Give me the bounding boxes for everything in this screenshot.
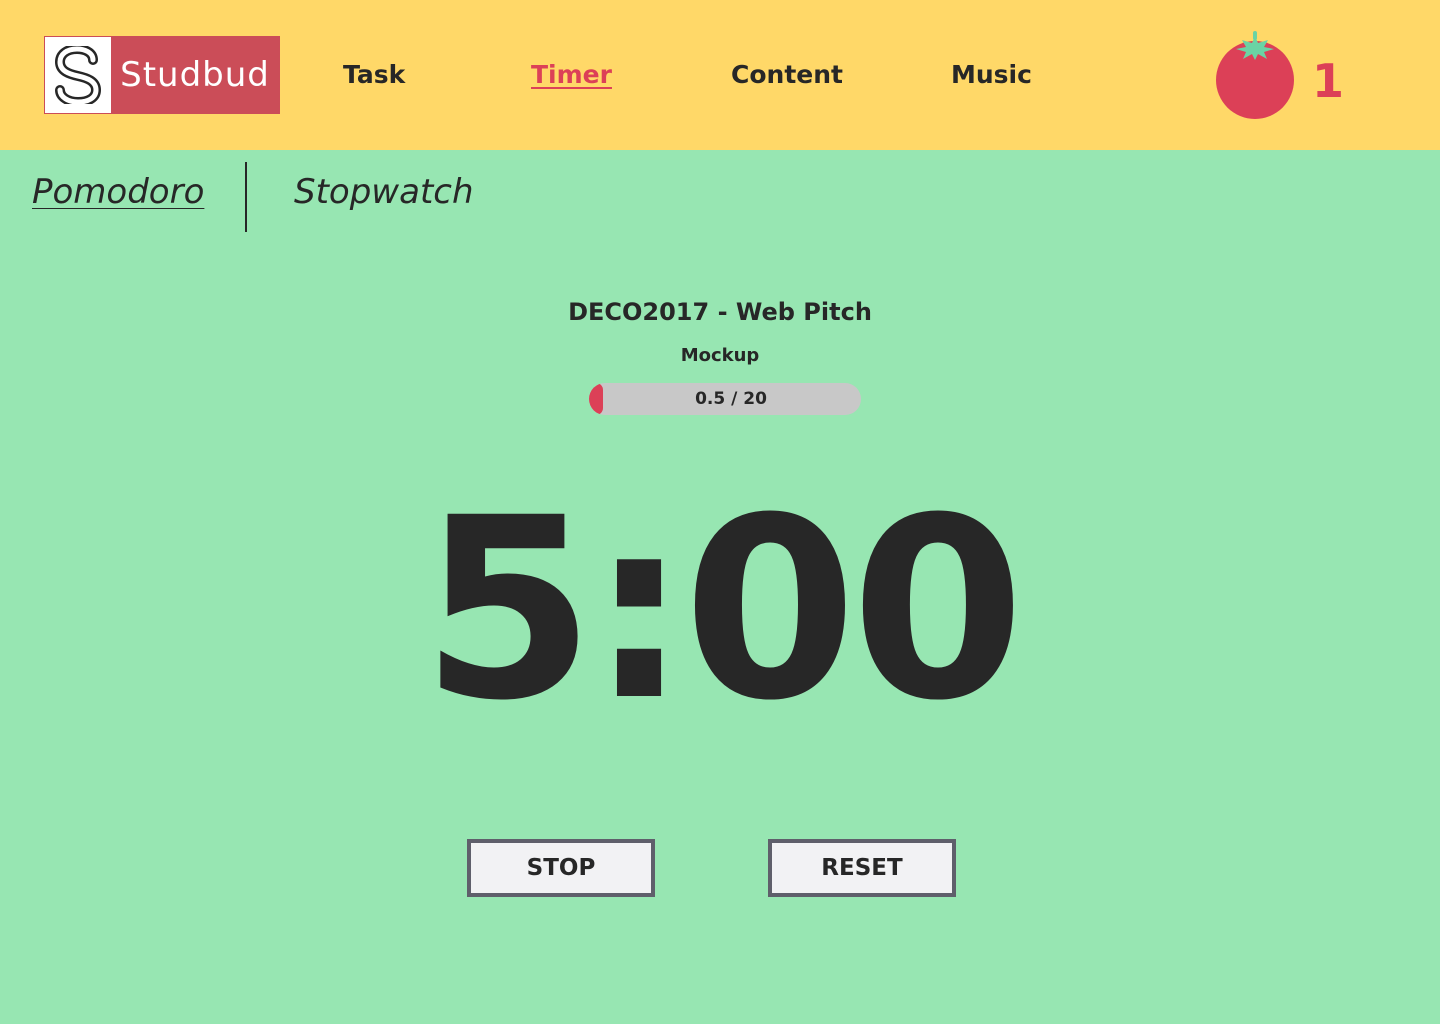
task-title: DECO2017 - Web Pitch — [568, 298, 872, 326]
task-subtitle: Mockup — [680, 345, 760, 366]
pomodoro-count: 1 — [1312, 54, 1345, 108]
nav-timer[interactable]: Timer — [531, 60, 612, 89]
tab-stopwatch[interactable]: Stopwatch — [294, 172, 474, 212]
tab-pomodoro[interactable]: Pomodoro — [32, 172, 204, 212]
studbud-logo[interactable]: Studbud — [44, 36, 280, 114]
timer-display: 5:00 — [421, 464, 1025, 755]
reset-button[interactable]: RESET — [768, 839, 956, 897]
logo-text: Studbud — [120, 55, 270, 95]
stop-button[interactable]: STOP — [467, 839, 655, 897]
task-progress-bar: 0.5 / 20 — [589, 383, 861, 415]
studbud-s-icon — [45, 37, 111, 113]
tab-divider — [245, 162, 247, 232]
progress-label: 0.5 / 20 — [695, 389, 767, 409]
nav-music[interactable]: Music — [951, 60, 1032, 89]
top-header: Studbud Task Timer Content Music 1 — [0, 0, 1440, 150]
tomato-icon — [1212, 30, 1298, 122]
nav-task[interactable]: Task — [343, 60, 405, 89]
nav-content[interactable]: Content — [731, 60, 843, 89]
